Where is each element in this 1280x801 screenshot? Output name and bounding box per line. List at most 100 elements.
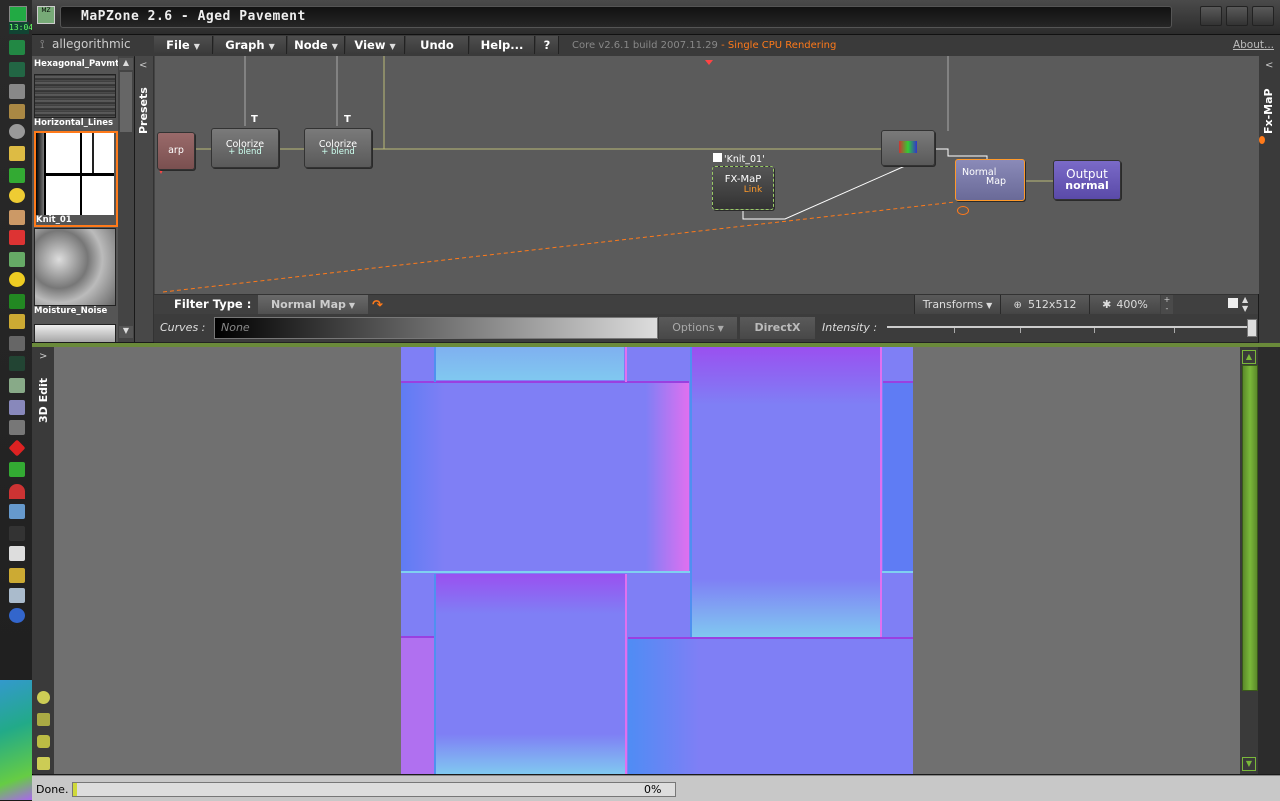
preset-knit-01[interactable]: Knit_01 [34, 131, 118, 227]
world-icon[interactable] [9, 272, 25, 287]
smiley-icon[interactable] [9, 188, 25, 203]
menu-graph[interactable]: Graph ▼ [214, 36, 287, 54]
menu-node[interactable]: Node ▼ [288, 36, 345, 54]
scroll-down-icon[interactable]: ▼ [119, 326, 133, 338]
scroll-up-icon[interactable]: ▲ [1242, 350, 1256, 364]
node-colorize-blend-1[interactable]: Colorize + blend [211, 128, 279, 168]
node-fxmap-link[interactable]: FX-MaP Link [712, 166, 774, 210]
viewport-scroll-thumb[interactable] [1242, 365, 1258, 691]
preset-label: Knit_01 [36, 215, 72, 225]
node-normal-map[interactable]: Normal Map [955, 159, 1025, 201]
panel-resize-icon[interactable]: ▲ ▼ [1242, 295, 1248, 313]
mesh-icon[interactable] [37, 735, 50, 748]
presets-tab[interactable]: < Presets [135, 56, 154, 342]
preset-thumbnail [34, 324, 116, 342]
node-label: arp [168, 145, 184, 156]
node-sublabel: + blend [321, 147, 355, 157]
graph-editor[interactable]: arp T Colorize + blend T Colorize + blen… [154, 56, 1259, 294]
help-button[interactable]: Help... [470, 36, 535, 54]
dashed-link [162, 201, 956, 293]
build-info: Core v2.6.1 build 2007.11.29 - Single CP… [572, 40, 836, 51]
window-list-icon[interactable] [9, 400, 25, 415]
close-button[interactable] [1252, 6, 1274, 26]
zoom-stepper[interactable]: + - [1161, 295, 1173, 314]
render-mode-warning: - Single CPU Rendering [717, 40, 837, 51]
collapse-arrow-icon[interactable]: < [139, 60, 147, 71]
zoom-icon[interactable] [9, 336, 25, 351]
node-blend[interactable] [881, 130, 935, 166]
preset-moisture-noise[interactable]: Moisture_Noise [34, 228, 116, 316]
fxmap-tab[interactable]: < Fx-MaP [1259, 56, 1280, 343]
presets-scrollbar[interactable]: ▲ ▼ [118, 56, 134, 342]
node-colorize-blend-2[interactable]: Colorize + blend [304, 128, 372, 168]
alpha-icon[interactable] [9, 314, 25, 329]
waveform-icon[interactable] [9, 356, 25, 371]
scroll-down-icon[interactable]: ▼ [1242, 757, 1256, 771]
printer-icon[interactable] [9, 546, 25, 561]
chart-icon[interactable] [9, 294, 25, 309]
start-icon[interactable] [9, 104, 25, 119]
presets-scroll-thumb[interactable] [120, 72, 132, 132]
undo-button[interactable]: Undo [406, 36, 469, 54]
expand-arrow[interactable]: > [39, 351, 47, 362]
zoom-level[interactable]: ✱ 400% [1089, 295, 1160, 314]
cdrom-icon[interactable] [9, 124, 25, 139]
menu-file[interactable]: File ▼ [154, 36, 213, 54]
tool-icon[interactable] [9, 420, 25, 435]
about-question-button[interactable]: ? [536, 36, 559, 54]
rainbow-icon[interactable] [9, 484, 25, 499]
resolution-button[interactable]: ⊕ 512x512 [1000, 295, 1089, 314]
directx-button[interactable]: DirectX [740, 317, 815, 339]
right-margin [1258, 347, 1280, 774]
maximize-button[interactable] [1226, 6, 1248, 26]
cpu-monitor-icon[interactable] [9, 40, 25, 55]
pattern-icon[interactable] [9, 504, 25, 519]
eyes-icon[interactable] [9, 526, 25, 541]
material-icon[interactable] [37, 691, 50, 704]
undo-arrow-icon[interactable] [9, 230, 25, 245]
about-link[interactable]: About... [1233, 39, 1274, 51]
filter-type-select[interactable]: Normal Map ▼ [258, 295, 368, 314]
collapse-arrow-icon[interactable]: < [1265, 60, 1273, 71]
menu-bar: ⟟ allegorithmic File ▼ Graph ▼ Node ▼ View ▼ … [32, 35, 1280, 57]
preset-next[interactable] [34, 324, 116, 342]
hand-icon[interactable] [9, 568, 25, 583]
edit3d-tab[interactable]: > 3D Edit [32, 347, 54, 774]
bug-icon[interactable] [9, 462, 25, 477]
minimize-button[interactable] [1200, 6, 1222, 26]
transforms-button[interactable]: Transforms ▼ [914, 295, 1000, 314]
refresh-arrow-icon[interactable]: ↷ [372, 298, 383, 313]
gear-icon[interactable] [9, 378, 25, 393]
node-warp[interactable]: arp [157, 132, 195, 170]
scroll-up-icon[interactable]: ▲ [119, 58, 133, 70]
window-icon[interactable] [9, 84, 25, 99]
window-title: MaPZone 2.6 - Aged Pavement [81, 9, 306, 24]
curves-gradient[interactable]: None [214, 317, 658, 339]
globe-icon[interactable] [9, 252, 25, 267]
eye-icon[interactable] [957, 206, 969, 215]
preview-viewport[interactable] [54, 347, 1240, 774]
light-icon[interactable] [37, 713, 50, 726]
user-icon[interactable] [9, 210, 25, 225]
preset-horizontal-lines[interactable]: Horizontal_Lines [34, 74, 116, 128]
intensity-slider-handle[interactable] [1247, 319, 1257, 337]
ship-icon[interactable] [9, 588, 25, 603]
diamond-icon[interactable] [8, 439, 26, 457]
view-mode-icon[interactable] [1228, 298, 1238, 308]
app-launcher-icon[interactable] [9, 6, 27, 22]
intensity-slider[interactable] [887, 326, 1249, 328]
back-arrow-icon[interactable] [37, 757, 50, 770]
preset-label: Moisture_Noise [34, 306, 108, 316]
browser-icon[interactable] [9, 168, 25, 183]
preset-thumbnail [34, 228, 116, 306]
menu-view[interactable]: View ▼ [346, 36, 405, 54]
node-output-normal[interactable]: Output normal [1053, 160, 1121, 200]
ram-monitor-icon[interactable] [9, 62, 25, 77]
folder-icon[interactable] [9, 146, 25, 161]
earth-icon[interactable] [9, 608, 25, 623]
zoom-value: 400% [1116, 298, 1148, 311]
status-text: Done. [36, 783, 69, 796]
options-button[interactable]: Options ▼ [659, 317, 737, 339]
mapzone-app-icon[interactable]: MZ [37, 6, 55, 24]
preset-hexagonal-pavmt[interactable]: Hexagonal_Pavmt [34, 59, 119, 69]
